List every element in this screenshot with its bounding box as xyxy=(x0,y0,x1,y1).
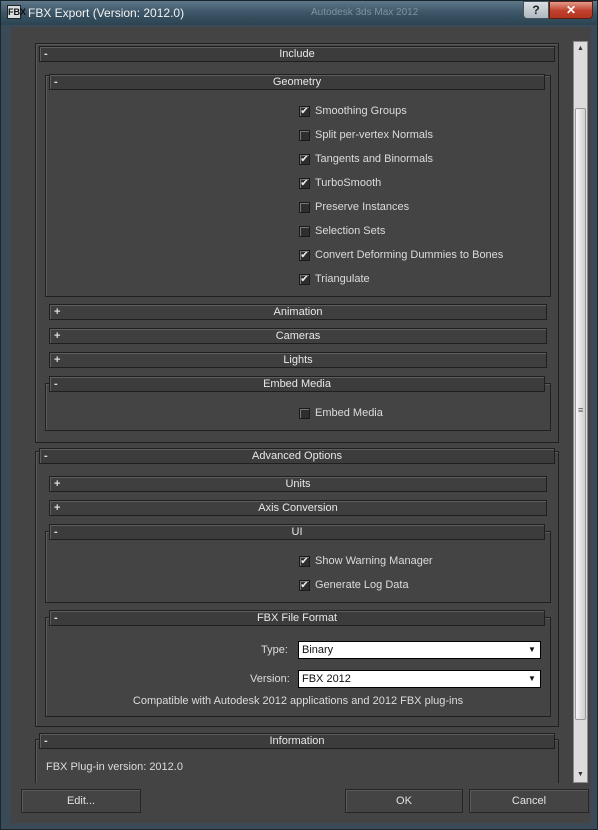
dialog-client: - Include - Geometry + Animation + Camer… xyxy=(11,27,591,823)
help-button[interactable]: ? xyxy=(523,1,549,19)
option-label: Generate Log Data xyxy=(315,579,409,591)
cameras-rollout-header[interactable]: + Cameras xyxy=(49,328,547,344)
type-value: Binary xyxy=(302,644,334,656)
information-rollout-header[interactable]: - Information xyxy=(39,733,555,749)
unchecked-checkbox[interactable] xyxy=(299,130,310,141)
geometry-rollout-header[interactable]: - Geometry xyxy=(49,74,545,90)
edit-button[interactable]: Edit... xyxy=(21,789,141,813)
app-icon: FBX xyxy=(7,5,26,19)
option-label: Show Warning Manager xyxy=(315,555,433,567)
fbx-export-window: FBX FBX Export (Version: 2012.0) Autodes… xyxy=(0,0,598,830)
include-rollout-header[interactable]: - Include xyxy=(39,46,555,62)
units-rollout-header[interactable]: + Units xyxy=(49,476,547,492)
version-label: Version: xyxy=(250,673,290,685)
lights-rollout-header[interactable]: + Lights xyxy=(49,352,547,368)
units-label: Units xyxy=(285,478,311,490)
option-label: Split per-vertex Normals xyxy=(315,129,433,141)
information-label: Information xyxy=(269,735,325,747)
version-select[interactable]: FBX 2012 ▼ xyxy=(298,670,541,688)
fbx-file-format-label: FBX File Format xyxy=(256,612,338,624)
background-app-title: Autodesk 3ds Max 2012 xyxy=(311,7,419,18)
window-title: FBX Export (Version: 2012.0) xyxy=(28,6,185,20)
unchecked-checkbox[interactable] xyxy=(299,226,310,237)
advanced-options-label: Advanced Options xyxy=(252,450,342,462)
scroll-down-arrow-icon[interactable]: ▼ xyxy=(574,768,587,782)
compatibility-note: Compatible with Autodesk 2012 applicatio… xyxy=(132,695,464,707)
option-label: Triangulate xyxy=(315,273,370,285)
checked-checkbox[interactable]: ✔ xyxy=(299,250,310,261)
dropdown-arrow-icon: ▼ xyxy=(528,674,536,683)
ok-button[interactable]: OK xyxy=(345,789,463,813)
ui-rollout-header[interactable]: - UI xyxy=(49,524,545,540)
embed-media-label: Embed Media xyxy=(263,378,331,390)
checked-checkbox[interactable]: ✔ xyxy=(299,178,310,189)
type-label: Type: xyxy=(261,644,288,656)
animation-rollout-header[interactable]: + Animation xyxy=(49,304,547,320)
checked-checkbox[interactable]: ✔ xyxy=(299,154,310,165)
option-label: Smoothing Groups xyxy=(315,105,407,117)
type-select[interactable]: Binary ▼ xyxy=(298,641,541,659)
checked-checkbox[interactable]: ✔ xyxy=(299,556,310,567)
title-bar[interactable]: FBX FBX Export (Version: 2012.0) Autodes… xyxy=(1,1,597,25)
axis-conversion-label: Axis Conversion xyxy=(258,502,338,514)
scroll-up-arrow-icon[interactable]: ▲ xyxy=(574,42,587,56)
option-label: TurboSmooth xyxy=(315,177,382,189)
include-label: Include xyxy=(279,48,315,60)
geometry-group xyxy=(45,75,551,297)
option-label: Selection Sets xyxy=(315,225,386,237)
option-label: Convert Deforming Dummies to Bones xyxy=(315,249,504,261)
plugin-version-text: FBX Plug-in version: 2012.0 xyxy=(46,761,183,773)
version-value: FBX 2012 xyxy=(302,673,351,685)
checked-checkbox[interactable]: ✔ xyxy=(299,274,310,285)
ui-group xyxy=(45,531,551,603)
checked-checkbox[interactable]: ✔ xyxy=(299,580,310,591)
vertical-scrollbar[interactable]: ▲ ≡ ▼ xyxy=(573,41,588,783)
embed-media-option-label: Embed Media xyxy=(315,407,383,419)
ui-label: UI xyxy=(291,526,303,538)
axis-conversion-rollout-header[interactable]: + Axis Conversion xyxy=(49,500,547,516)
settings-scroll-area[interactable]: - Include - Geometry + Animation + Camer… xyxy=(11,27,573,783)
fbx-file-format-rollout-header[interactable]: - FBX File Format xyxy=(49,610,545,626)
option-label: Preserve Instances xyxy=(315,201,410,213)
lights-label: Lights xyxy=(283,354,313,366)
embed-media-checkbox[interactable] xyxy=(299,408,310,419)
cancel-button[interactable]: Cancel xyxy=(469,789,589,813)
scrollbar-thumb[interactable]: ≡ xyxy=(575,108,586,720)
unchecked-checkbox[interactable] xyxy=(299,202,310,213)
grip-icon: ≡ xyxy=(578,405,584,415)
cameras-label: Cameras xyxy=(275,330,321,342)
dropdown-arrow-icon: ▼ xyxy=(528,645,536,654)
advanced-options-rollout-header[interactable]: - Advanced Options xyxy=(39,448,555,464)
close-button[interactable]: ✕ xyxy=(549,1,593,19)
option-label: Tangents and Binormals xyxy=(315,153,434,165)
embed-media-rollout-header[interactable]: - Embed Media xyxy=(49,376,545,392)
checked-checkbox[interactable]: ✔ xyxy=(299,106,310,117)
animation-label: Animation xyxy=(273,306,323,318)
geometry-label: Geometry xyxy=(272,76,322,88)
